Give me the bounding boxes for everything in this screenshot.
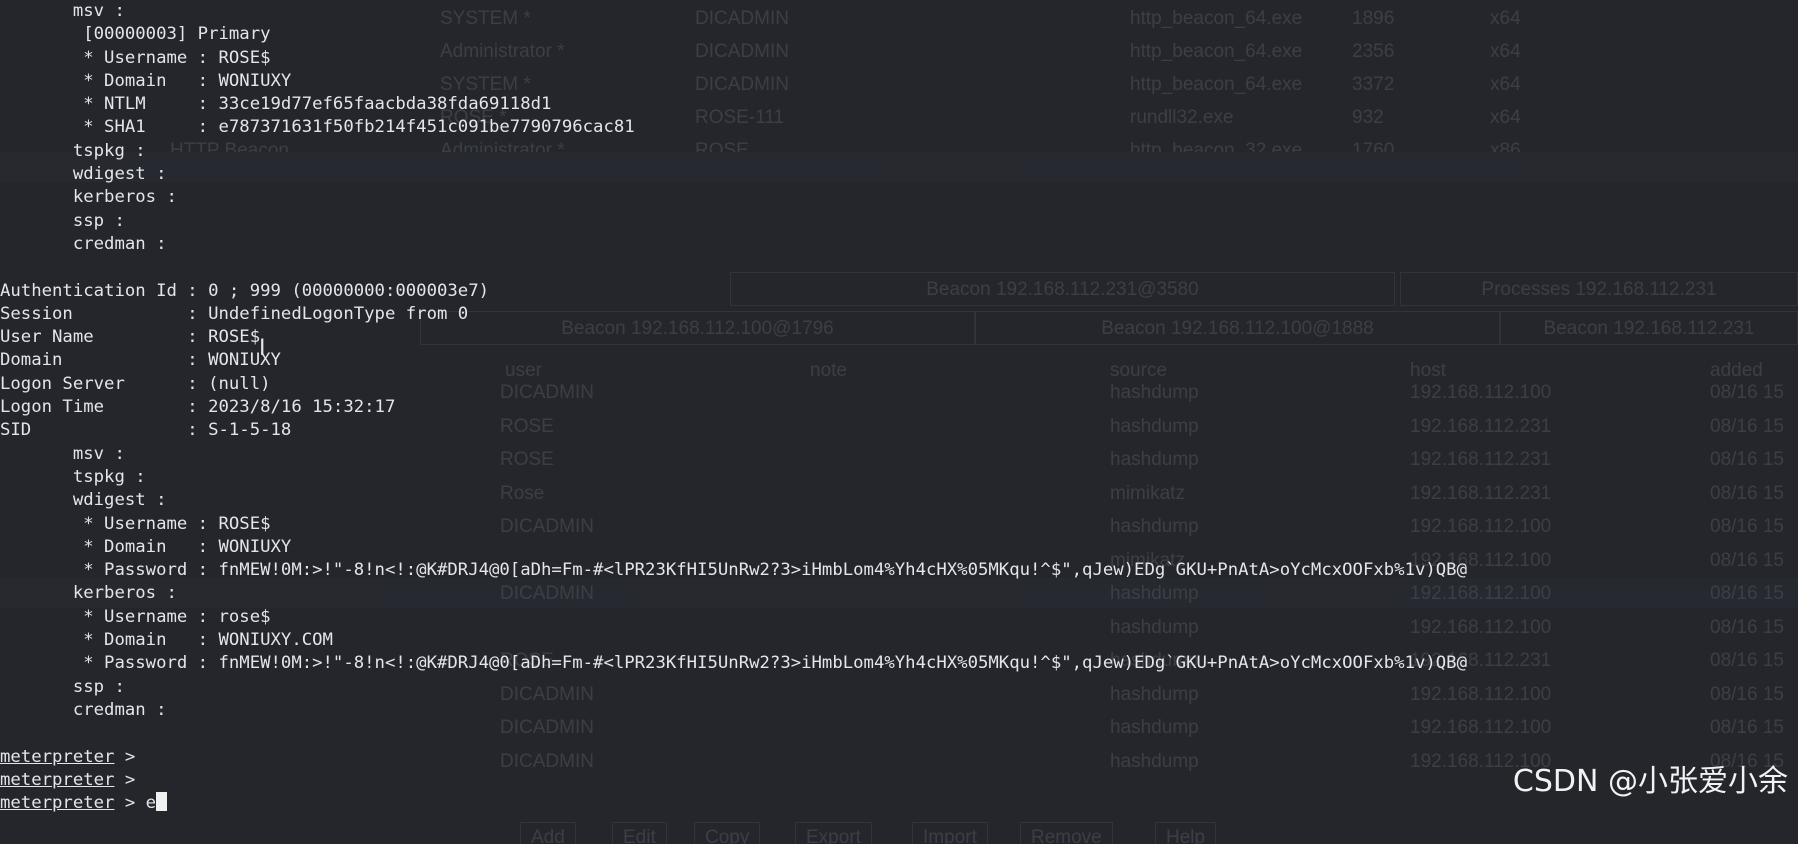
terminal-line: tspkg : [0, 466, 146, 487]
cursor-block [156, 792, 168, 812]
background-button: Help [1155, 822, 1217, 844]
terminal-line: credman : [0, 699, 167, 720]
terminal-line: wdigest : [0, 164, 167, 185]
prompt-symbol: > [114, 746, 136, 767]
background-button: Import [912, 822, 988, 844]
terminal-line: Authentication Id : 0 ; 999 (00000000:00… [0, 280, 489, 301]
terminal-line: msv : [0, 443, 125, 464]
background-button: Add [520, 822, 576, 844]
terminal-line: * Username : ROSE$ [0, 47, 271, 68]
terminal-line: * Domain : WONIUXY [0, 536, 292, 557]
terminal-line: [00000003] Primary [0, 24, 271, 45]
terminal-line: * Domain : WONIUXY [0, 70, 292, 91]
terminal-line: SID : S-1-5-18 [0, 420, 292, 441]
terminal-line: * SHA1 : e787371631f50fb214f451c091be779… [0, 117, 635, 138]
terminal-line: * Domain : WONIUXY.COM [0, 630, 333, 651]
terminal-line: ssp : [0, 676, 125, 697]
background-button: Edit [612, 822, 667, 844]
terminal-line: wdigest : [0, 490, 167, 511]
prompt-symbol: > [114, 769, 136, 790]
terminal-line: msv : [0, 1, 125, 21]
screen: SYSTEM * DICADMIN http_beacon_64.exe 1896 x6… [0, 0, 1798, 844]
command-input[interactable]: e [146, 793, 156, 813]
terminal-line: credman : [0, 233, 167, 254]
terminal-line: kerberos : [0, 583, 177, 604]
terminal-output[interactable]: msv : [00000003] Primary * Username : RO… [0, 0, 1798, 815]
terminal-line: tspkg : [0, 140, 146, 161]
watermark: CSDN @小张爱小余 [1512, 764, 1788, 799]
terminal-line: kerberos : [0, 187, 177, 208]
terminal-line: * Password : fnMEW!0M:>!"-8!n<!:@K#DRJ4@… [0, 560, 1467, 581]
background-button: Remove [1020, 822, 1113, 844]
terminal-line: * NTLM : 33ce19d77ef65faacbda38fda69118d… [0, 94, 552, 115]
terminal-line: Session : UndefinedLogonType from 0 [0, 303, 469, 324]
prompt-symbol: > [114, 793, 146, 814]
background-button: Copy [694, 822, 761, 844]
prompt-label: meterpreter [0, 769, 115, 790]
terminal-line: ssp : [0, 210, 125, 231]
text-cursor-icon: I [259, 336, 266, 361]
terminal-line: * Username : rose$ [0, 606, 271, 627]
prompt-label: meterpreter [0, 746, 115, 767]
terminal-line: Logon Time : 2023/8/16 15:32:17 [0, 397, 396, 418]
terminal-line: * Password : fnMEW!0M:>!"-8!n<!:@K#DRJ4@… [0, 653, 1467, 674]
terminal-line: * Username : ROSE$ [0, 513, 271, 534]
prompt-label: meterpreter [0, 793, 115, 814]
background-button: Export [795, 822, 872, 844]
terminal-line: Logon Server : (null) [0, 373, 271, 394]
